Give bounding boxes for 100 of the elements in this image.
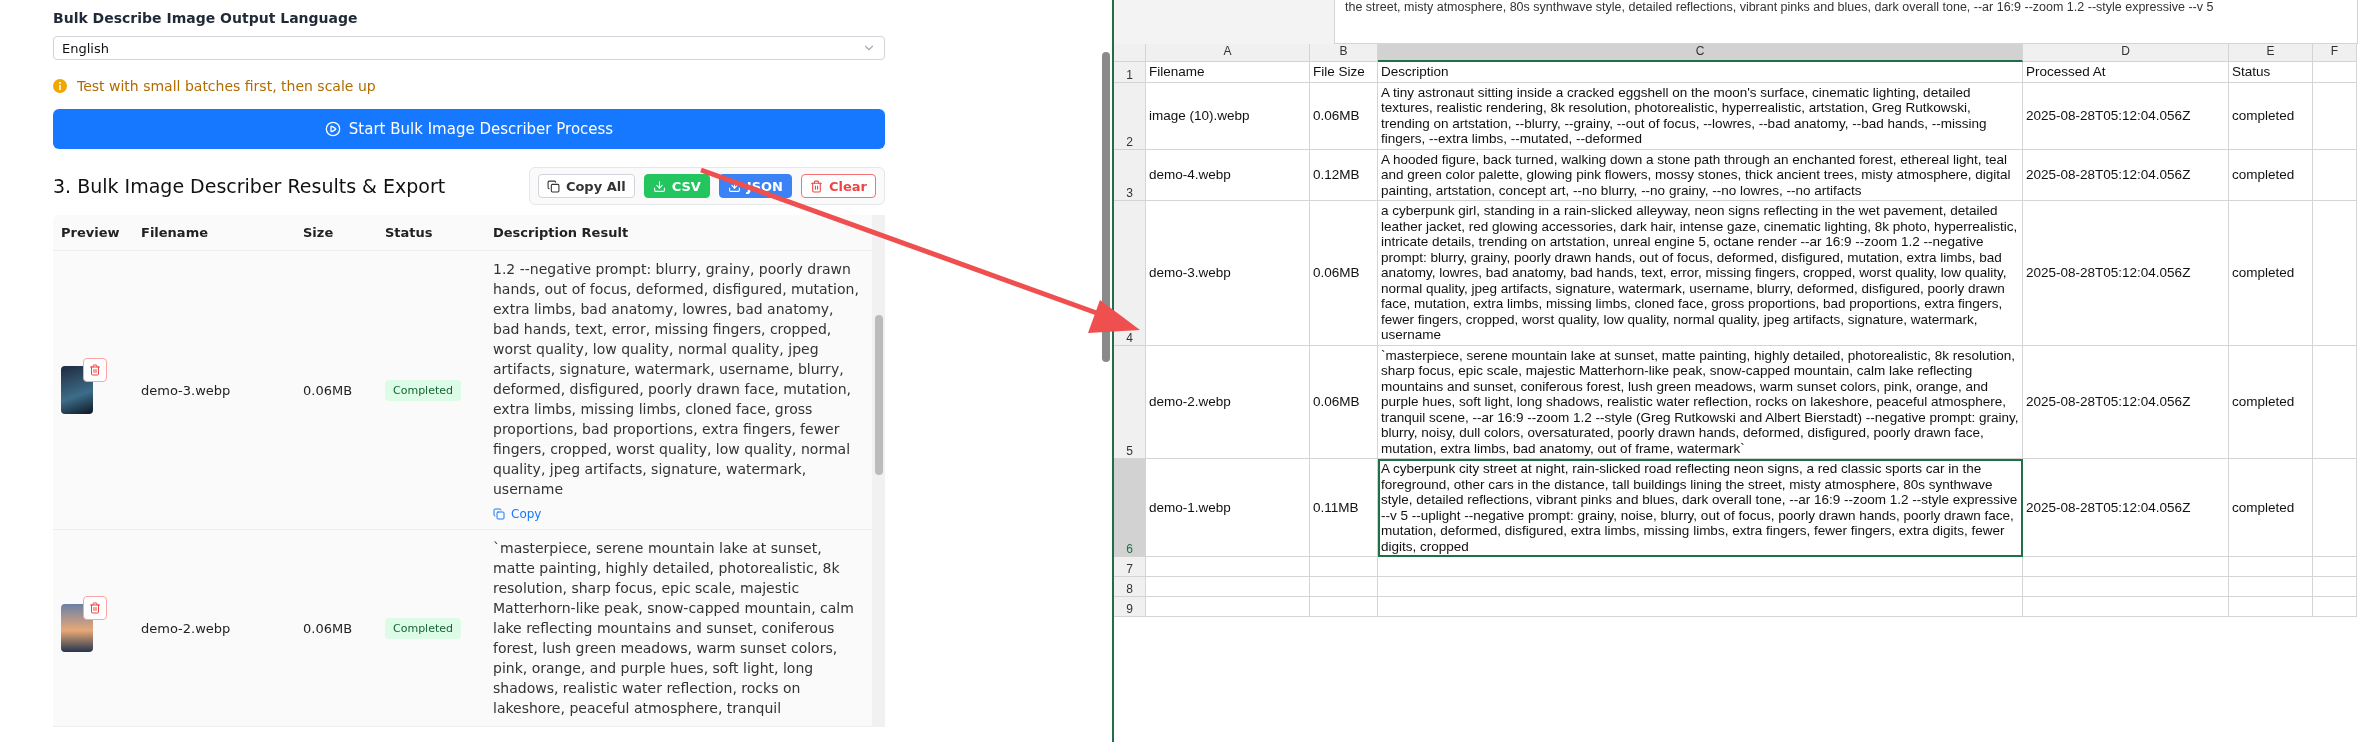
sheet-cell[interactable]: a cyberpunk girl, standing in a rain-slicked alleyway, neon signs reflecting in the wet pavement, detailed leather jacket, red glowing accessories, dark hair, intense gaze, cinematic lighting, 8k photo, hyperrealistic, intricate details, trending on artstation, unreal engine 5, octane render --ar 16:9 --zoom 1.2 --negative prompt: blurry, grainy, poorly drawn hands, out of focus, deformed, disfigured, mutation, extra limbs, bad anatomy, lowres, bad anatomy, bad hands, text, error, missing fingers, cropped, worst quality, low quality, normal quality, jpeg artifacts, signature, watermark, username, blurry, deformed, disfigured, poorly drawn face, mutation, extra limbs, missing limbs, cloned face, gross proportions, bad proportions, extra fingers, fewer fingers, cropped, worst quality, low quality, normal quality, jpeg artifacts, signature, watermark, username <box>1378 201 2023 346</box>
sheet-cell[interactable]: 2025-08-28T05:12:04.056Z <box>2023 201 2229 346</box>
sheet-cell[interactable]: completed <box>2229 345 2313 459</box>
sheet-cell[interactable] <box>2313 62 2357 83</box>
column-header: Size <box>295 215 377 251</box>
column-letter[interactable]: B <box>1310 44 1378 62</box>
sheet-cell[interactable] <box>2313 557 2357 577</box>
copy-link[interactable]: Copy <box>493 507 864 521</box>
sheet-cell[interactable]: A tiny astronaut sitting inside a cracked eggshell on the moon's surface, cinematic lighting, detailed textures, realistic rendering, 8k resolution, photorealistic, hyperrealistic, artstation, Greg Rutkowski, trending on artstation, --blurry, --grainy, --out of focus, --lowres, --bad anatomy, --bad hands, --missing fingers, --extra limbs, --mutated, --deformed <box>1378 82 2023 150</box>
export-button[interactable]: Copy All <box>537 174 635 198</box>
sheet-cell[interactable]: File Size <box>1310 62 1378 83</box>
sheet-cell[interactable] <box>2229 597 2313 617</box>
row-number[interactable]: 6 <box>1114 459 1146 557</box>
sheet-cell[interactable] <box>1378 577 2023 597</box>
export-button[interactable]: Clear <box>801 174 876 198</box>
sheet-cell[interactable] <box>1378 557 2023 577</box>
download-icon <box>652 179 666 193</box>
sheet-cell[interactable]: demo-4.webp <box>1146 149 1310 201</box>
table-cell: demo-3.webp <box>133 251 295 530</box>
scrollbar[interactable] <box>872 215 885 727</box>
sheet-cell[interactable]: 0.06MB <box>1310 82 1378 150</box>
sheet-cell[interactable] <box>2313 201 2357 346</box>
info-icon <box>53 79 67 93</box>
column-header: Status <box>377 215 485 251</box>
sheet-cell[interactable] <box>2313 597 2357 617</box>
sheet-cell[interactable] <box>2313 82 2357 150</box>
sheet-cell[interactable] <box>1310 557 1378 577</box>
sheet-cell[interactable]: 0.06MB <box>1310 201 1378 346</box>
sheet-cell[interactable]: Description <box>1378 62 2023 83</box>
sheet-cell[interactable] <box>2023 597 2229 617</box>
sheet-cell[interactable]: 0.06MB <box>1310 345 1378 459</box>
sheet-cell[interactable]: completed <box>2229 201 2313 346</box>
sheet-cell[interactable]: `masterpiece, serene mountain lake at sunset, matte painting, highly detailed, photorealistic, 8k resolution, sharp focus, epic scale, majestic Matterhorn-like peak, snow-capped mountain, calm lake reflecting mountains and sunset, coniferous forest, lush green meadows, warm sunset colors, pink, orange, and purple hues, soft light, long shadows, realistic water reflection, rocks on lakeshore, peaceful atmosphere, tranquil scene, --ar 16:9 --zoom 1.2 --style (Greg Rutkowski and Albert Bierstadt) --negative prompt: grainy, blurry, noisy, dull colors, oversaturated, poorly drawn hands, deformed, disfigured, poorly drawn face, mutation, extra limbs, bad anatomy, out of frame, watermark` <box>1378 345 2023 459</box>
table-cell: 0.06MB <box>295 251 377 530</box>
sheet-cell[interactable]: Filename <box>1146 62 1310 83</box>
language-select[interactable]: English <box>53 36 885 60</box>
sheet-cell[interactable]: 2025-08-28T05:12:04.056Z <box>2023 345 2229 459</box>
sheet-cell[interactable]: 2025-08-28T05:12:04.056Z <box>2023 459 2229 557</box>
row-number[interactable]: 1 <box>1114 62 1146 83</box>
sheet-cell[interactable]: image (10).webp <box>1146 82 1310 150</box>
column-letter[interactable]: E <box>2229 44 2313 62</box>
sheet-cell[interactable]: 2025-08-28T05:12:04.056Z <box>2023 149 2229 201</box>
description-text: 1.2 --negative prompt: blurry, grainy, poorly drawn hands, out of focus, deformed, disfigured, mutation, extra limbs, bad anatomy, lowres, bad anatomy, bad hands, text, error, missing fingers, cropped, worst quality, low quality, normal quality, jpeg artifacts, signature, watermark, username, blurry, deformed, disfigured, poorly drawn face, mutation, extra limbs, missing limbs, cloned face, gross proportions, bad proportions, extra fingers, fewer fingers, cropped, worst quality, low quality, normal quality, jpeg artifacts, signature, watermark, username <box>493 260 860 499</box>
trash-icon <box>89 364 101 376</box>
sheet-cell[interactable] <box>1146 557 1310 577</box>
sheet-cell[interactable] <box>1146 577 1310 597</box>
select-all-corner[interactable] <box>1114 44 1146 62</box>
sheet-cell[interactable]: 0.11MB <box>1310 459 1378 557</box>
row-number[interactable]: 3 <box>1114 149 1146 201</box>
tip-text: Test with small batches first, then scale up <box>77 78 376 94</box>
sheet-cell[interactable] <box>2229 557 2313 577</box>
sheet-cell[interactable] <box>1310 577 1378 597</box>
sheet-cell[interactable] <box>2313 345 2357 459</box>
sheet-cell[interactable] <box>2313 577 2357 597</box>
name-box[interactable] <box>1114 0 1334 44</box>
row-number[interactable]: 2 <box>1114 82 1146 150</box>
table-cell: demo-2.webp <box>133 530 295 727</box>
sheet-cell[interactable] <box>2023 557 2229 577</box>
row-number[interactable]: 5 <box>1114 345 1146 459</box>
sheet-cell[interactable]: completed <box>2229 149 2313 201</box>
sheet-cell[interactable]: completed <box>2229 82 2313 150</box>
sheet-cell[interactable]: Status <box>2229 62 2313 83</box>
sheet-cell[interactable] <box>1310 597 1378 617</box>
row-number[interactable]: 9 <box>1114 597 1146 617</box>
sheet-cell[interactable] <box>1378 597 2023 617</box>
start-button[interactable]: Start Bulk Image Describer Process <box>53 109 885 149</box>
sheet-cell[interactable]: demo-3.webp <box>1146 201 1310 346</box>
column-letter[interactable]: D <box>2023 44 2229 62</box>
description-text: `masterpiece, serene mountain lake at sunset, matte painting, highly detailed, photorealistic, 8k resolution, sharp focus, epic scale, majestic Matterhorn-like peak, snow-capped mountain, calm lake reflecting mountains and sunset, coniferous forest, lush green meadows, warm sunset colors, pink, orange, and purple hues, soft light, long shadows, realistic water reflection, rocks on lakeshore, peaceful atmosphere, tranquil <box>493 539 855 718</box>
sheet-cell[interactable] <box>2023 577 2229 597</box>
table-cell: 0.06MB <box>295 530 377 727</box>
status-badge: Completed <box>385 617 461 639</box>
sheet-cell[interactable]: 2025-08-28T05:12:04.056Z <box>2023 82 2229 150</box>
sheet-cell[interactable] <box>2313 149 2357 201</box>
delete-button[interactable] <box>83 596 107 620</box>
column-letter[interactable]: C <box>1378 44 2023 62</box>
sheet-cell[interactable]: 0.12MB <box>1310 149 1378 201</box>
column-letter[interactable]: F <box>2313 44 2357 62</box>
status-badge: Completed <box>385 379 461 401</box>
sheet-cell[interactable] <box>2313 459 2357 557</box>
sheet-cell[interactable]: A hooded figure, back turned, walking down a stone path through an enchanted forest, ethereal light, teal and green color palette, glowing pink flowers, mossy stones, thick ancient trees, misty atmosphere, digital painting, artstation, concept art, --no blurry, --no grainy, --no lowres, --no artifacts <box>1378 149 2023 201</box>
play-icon <box>324 121 341 137</box>
column-letter[interactable]: A <box>1146 44 1310 62</box>
trash-icon <box>810 179 823 193</box>
trash-icon <box>89 602 101 614</box>
sheet-cell[interactable]: demo-2.webp <box>1146 345 1310 459</box>
column-header: Description Result <box>485 215 872 251</box>
sheet-cell[interactable]: A cyberpunk city street at night, rain-slicked road reflecting neon signs, a red classic sports car in the foreground, other cars in the distance, tall buildings lining the street, misty atmosphere, 80s synthwave style, detailed reflections, vibrant pinks and blues, dark overall tone, --ar 16:9 --zoom 1.2 --style expressive --v 5 --uplight --negative prompt: grainy, noise, blurry, out of focus, poorly drawn hands, poorly drawn face, mutation, deformed, disfigured, extra limbs, missing limbs, extra fingers, fewer fingers, extra digits, fewer digits, cropped <box>1378 459 2023 557</box>
photo-placeholder <box>61 604 93 652</box>
sheet-cell[interactable]: Processed At <box>2023 62 2229 83</box>
row-number[interactable]: 8 <box>1114 577 1146 597</box>
sheet-cell[interactable]: completed <box>2229 459 2313 557</box>
copy-icon <box>493 508 505 520</box>
sheet-cell[interactable] <box>1146 597 1310 617</box>
delete-button[interactable] <box>83 358 107 382</box>
sheet-cell[interactable]: demo-1.webp <box>1146 459 1310 557</box>
row-number[interactable]: 7 <box>1114 557 1146 577</box>
copy-icon <box>546 179 560 193</box>
row-number[interactable]: 4 <box>1114 201 1146 346</box>
sheet-cell[interactable] <box>2229 577 2313 597</box>
